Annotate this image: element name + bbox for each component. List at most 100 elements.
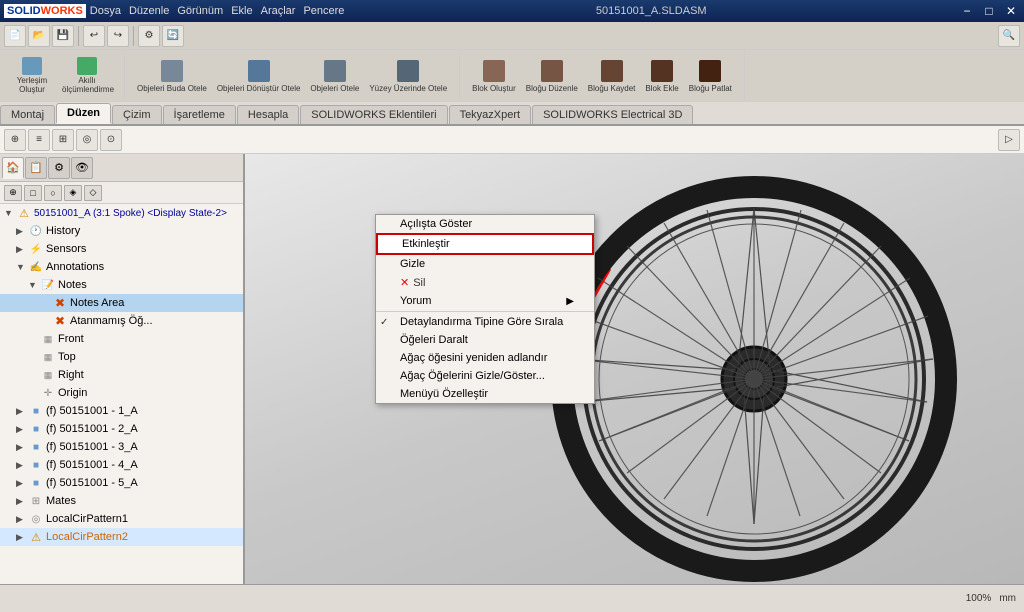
tree-item-part1[interactable]: ▶ ■ (f) 50151001 - 1_A [0, 402, 243, 420]
context-menu: Açılışta Göster Etkinleştir Gizle ✕ Sil … [375, 214, 595, 404]
toolbar-btn-save[interactable]: 💾 [52, 25, 74, 47]
tree-tabs: 🏠 📋 ⚙ 👁 [0, 154, 243, 182]
toolbar-akilli[interactable]: Akıllı ölçümlendirme [58, 55, 116, 97]
toolbar-blogu-kaydet[interactable]: Bloğu Kaydet [584, 55, 640, 97]
toolbar-yuzey[interactable]: Yüzey Üzerinde Otele [365, 55, 451, 97]
toolbar-blogu-duzenle[interactable]: Bloğu Düzenle [522, 55, 582, 97]
titlebar-menus: Dosya Düzenle Görünüm Ekle Araçlar Pence… [90, 5, 345, 17]
toolbar-blok-ekle[interactable]: Blok Ekle [641, 55, 682, 97]
ctx-agac-adlandir[interactable]: Ağaç öğesini yeniden adlandır [376, 349, 594, 367]
secondary-toolbar: ⊕ ≡ ⊞ ◎ ⊙ ▷ [0, 126, 1024, 154]
toolbar-btn-new[interactable]: 📄 [4, 25, 26, 47]
toolbar-group-layout: Yerleşim Oluştur Akıllı ölçümlendirme [8, 53, 125, 99]
filter-btn-3[interactable]: ○ [44, 185, 62, 201]
solidworks-logo: SOLIDWORKS [4, 4, 86, 18]
window-title: 50151001_A.SLDASM [596, 5, 707, 17]
toolbar-btn-undo[interactable]: ↩ [83, 25, 105, 47]
toolbar-blogu-patlat[interactable]: Bloğu Patlat [685, 55, 736, 97]
viewport[interactable]: Açılışta Göster Etkinleştir Gizle ✕ Sil … [245, 154, 1024, 584]
tree-item-part3[interactable]: ▶ ■ (f) 50151001 - 3_A [0, 438, 243, 456]
toolbar-btn-redo[interactable]: ↪ [107, 25, 129, 47]
tree-item-notes[interactable]: ▼ 📝 Notes [0, 276, 243, 294]
tree-item-origin[interactable]: ✛ Origin [0, 384, 243, 402]
titlebar: SOLIDWORKS Dosya Düzenle Görünüm Ekle Ar… [0, 0, 1024, 22]
tree-tab-property[interactable]: 📋 [25, 157, 47, 179]
ctx-menu-ozellestir[interactable]: Menüyü Özelleştir [376, 385, 594, 403]
tab-duzen[interactable]: Düzen [56, 103, 111, 124]
tab-cizim[interactable]: Çizim [112, 105, 162, 124]
titlebar-controls: − □ ✕ [958, 3, 1020, 19]
ctx-etkinlestir[interactable]: Etkinleştir [376, 233, 594, 255]
titlebar-left: SOLIDWORKS Dosya Düzenle Görünüm Ekle Ar… [4, 4, 344, 18]
sec-btn-4[interactable]: ◎ [76, 129, 98, 151]
toolbar-objeleri-otele[interactable]: Objeleri Otele [306, 55, 363, 97]
sec-btn-expand[interactable]: ▷ [998, 129, 1020, 151]
toolbar-btn-rebuild[interactable]: 🔄 [162, 25, 184, 47]
menu-duzenle[interactable]: Düzenle [129, 5, 169, 17]
tree-item-sensors[interactable]: ▶ ⚡ Sensors [0, 240, 243, 258]
toolbar-objeleri-buda[interactable]: Objeleri Buda Otele [133, 55, 211, 97]
tree-item-history[interactable]: ▶ 🕐 History [0, 222, 243, 240]
toolbar-btn-options[interactable]: ⚙ [138, 25, 160, 47]
sec-btn-3[interactable]: ⊞ [52, 129, 74, 151]
tree-item-front[interactable]: ▦ Front [0, 330, 243, 348]
ctx-ogeleri-daralt[interactable]: Öğeleri Daralt [376, 331, 594, 349]
tree-item-atanmamis[interactable]: ✖ Atanmamış Öğ... [0, 312, 243, 330]
toolbar-yerlesim[interactable]: Yerleşim Oluştur [8, 55, 56, 97]
ctx-sil[interactable]: ✕ Sil [376, 273, 594, 292]
tab-sw-electrical[interactable]: SOLIDWORKS Electrical 3D [532, 105, 693, 124]
ctx-gizle[interactable]: Gizle [376, 255, 594, 273]
tab-hesapla[interactable]: Hesapla [237, 105, 299, 124]
tree-item-top[interactable]: ▦ Top [0, 348, 243, 366]
tree-item-annotations[interactable]: ▼ ✍ Annotations [0, 258, 243, 276]
tree-item-pattern2[interactable]: ▶ ⚠ LocalCirPattern2 [0, 528, 243, 546]
tab-montaj[interactable]: Montaj [0, 105, 55, 124]
tree-tab-config[interactable]: ⚙ [48, 157, 70, 179]
ctx-yorum[interactable]: Yorum ▶ [376, 292, 594, 310]
minimize-button[interactable]: − [958, 3, 976, 19]
tree-item-pattern1[interactable]: ▶ ◎ LocalCirPattern1 [0, 510, 243, 528]
menu-ekle[interactable]: Ekle [231, 5, 252, 17]
tree-root[interactable]: ▼ ⚠ 50151001_A (3:1 Spoke) <Display Stat… [0, 204, 243, 222]
ctx-detaylandir[interactable]: ✓ Detaylandırma Tipine Göre Sırala [376, 313, 594, 331]
toolbar-donustur[interactable]: Objeleri Dönüştür Otele [213, 55, 305, 97]
sec-btn-2[interactable]: ≡ [28, 129, 50, 151]
tree-item-notes-area[interactable]: ✖ Notes Area [0, 294, 243, 312]
tree-item-part2[interactable]: ▶ ■ (f) 50151001 - 2_A [0, 420, 243, 438]
filter-btn-all[interactable]: ⊕ [4, 185, 22, 201]
tree-item-mates[interactable]: ▶ ⊞ Mates [0, 492, 243, 510]
menu-dosya[interactable]: Dosya [90, 5, 121, 17]
ctx-agac-gizle[interactable]: Ağaç Öğelerini Gizle/Göster... [376, 367, 594, 385]
menu-gorunum[interactable]: Görünüm [177, 5, 223, 17]
menu-pencere[interactable]: Pencere [303, 5, 344, 17]
close-button[interactable]: ✕ [1002, 3, 1020, 19]
filter-btn-2[interactable]: □ [24, 185, 42, 201]
tree-tab-display[interactable]: 👁 [71, 157, 93, 179]
menu-araclar[interactable]: Araçlar [261, 5, 296, 17]
toolbar-group-tools: Objeleri Buda Otele Objeleri Dönüştür Ot… [133, 53, 460, 99]
tab-sw-eklentileri[interactable]: SOLIDWORKS Eklentileri [300, 105, 447, 124]
maximize-button[interactable]: □ [980, 3, 998, 19]
feature-tree: 🏠 📋 ⚙ 👁 ⊕ □ ○ ◈ ◇ ▼ ⚠ 50151001_A (3:1 Sp… [0, 154, 245, 584]
main-area: 🏠 📋 ⚙ 👁 ⊕ □ ○ ◈ ◇ ▼ ⚠ 50151001_A (3:1 Sp… [0, 154, 1024, 584]
ctx-aclista-goster[interactable]: Açılışta Göster [376, 215, 594, 233]
status-units: mm [999, 593, 1016, 604]
tree-item-part5[interactable]: ▶ ■ (f) 50151001 - 5_A [0, 474, 243, 492]
toolbar-row2: Yerleşim Oluştur Akıllı ölçümlendirme Ob… [0, 50, 1024, 102]
toolbar-btn-open[interactable]: 📂 [28, 25, 50, 47]
statusbar: 100% mm [0, 584, 1024, 612]
toolbar-blok-olustur[interactable]: Blok Oluştur [468, 55, 520, 97]
tree-tab-feature[interactable]: 🏠 [2, 157, 24, 179]
tab-tekyazxpert[interactable]: TekyazXpert [449, 105, 532, 124]
tabbar: Montaj Düzen Çizim İşaretleme Hesapla SO… [0, 102, 1024, 126]
tree-item-part4[interactable]: ▶ ■ (f) 50151001 - 4_A [0, 456, 243, 474]
toolbar-group-right: Blok Oluştur Bloğu Düzenle Bloğu Kaydet … [468, 53, 745, 99]
tree-item-right[interactable]: ▦ Right [0, 366, 243, 384]
sec-btn-1[interactable]: ⊕ [4, 129, 26, 151]
filter-btn-5[interactable]: ◇ [84, 185, 102, 201]
filter-bar: ⊕ □ ○ ◈ ◇ [0, 182, 243, 204]
filter-btn-4[interactable]: ◈ [64, 185, 82, 201]
sec-btn-5[interactable]: ⊙ [100, 129, 122, 151]
toolbar-btn-search[interactable]: 🔍 [998, 25, 1020, 47]
tab-isaretleme[interactable]: İşaretleme [163, 105, 236, 124]
